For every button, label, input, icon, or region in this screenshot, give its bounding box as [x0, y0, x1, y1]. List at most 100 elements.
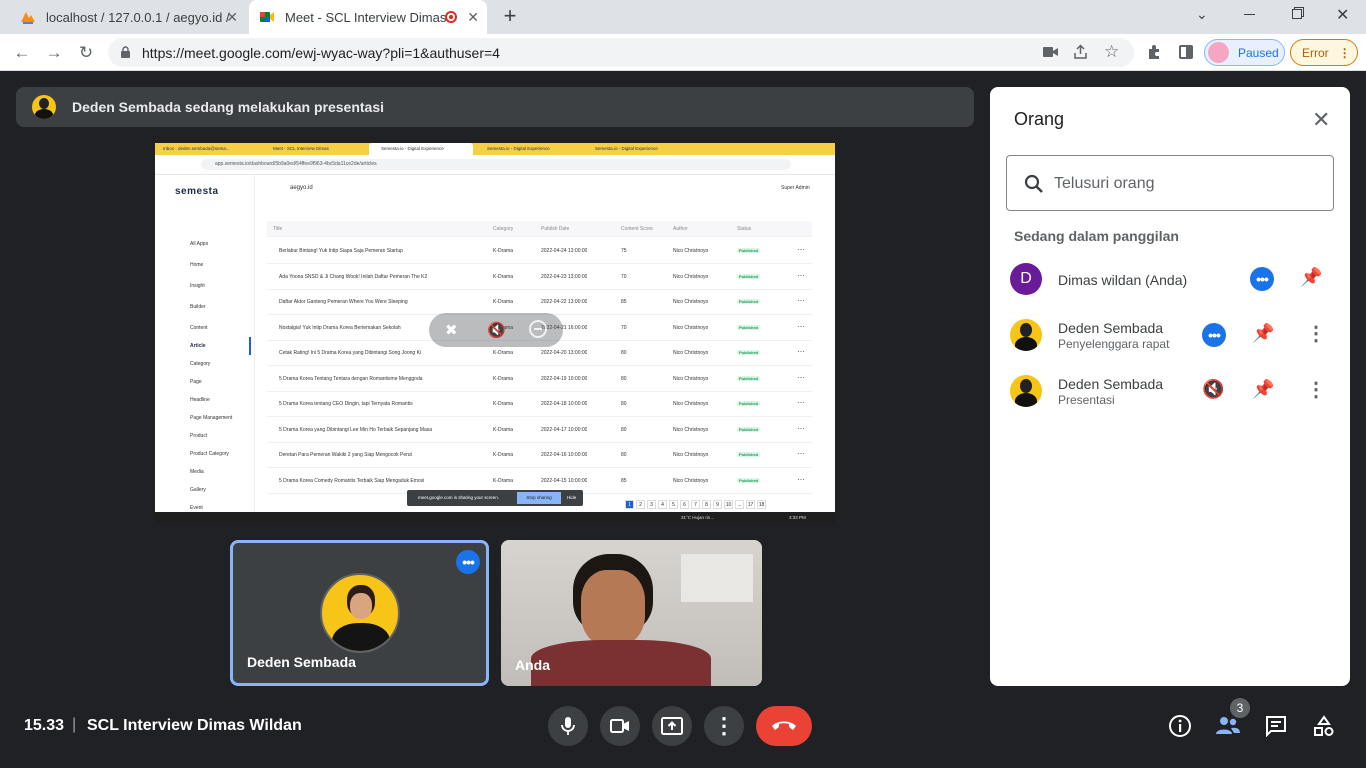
shared-tab: Semesta.io - Digital Experience: [487, 146, 550, 151]
shared-table-row: 5 Drama Korea yang Dibintangi Lee Min Ho…: [267, 418, 812, 443]
side-panel-icon[interactable]: [1179, 45, 1193, 59]
table-cell: 5 Drama Korea Tentang Tentara dengan Rom…: [279, 375, 423, 382]
minimize-icon[interactable]: [1244, 14, 1255, 15]
browser-tab-phpmyadmin[interactable]: localhost / 127.0.0.1 / aegyo.id / ✕: [16, 0, 246, 34]
table-cell: Daftar Aktor Ganteng Pemeran Where You W…: [279, 299, 408, 305]
status-badge: Published: [737, 452, 761, 457]
search-people-input[interactable]: Telusuri orang: [1006, 155, 1334, 211]
pin-icon[interactable]: 📌: [1252, 323, 1274, 344]
participant-tile-deden[interactable]: ••• Deden Sembada: [230, 540, 489, 686]
shared-nav-item: Content: [190, 325, 208, 331]
end-call-icon: [772, 721, 796, 730]
table-cell: Published: [737, 248, 761, 254]
close-window-icon[interactable]: ✕: [1336, 5, 1349, 25]
page-number: 3: [647, 500, 656, 509]
participant-row[interactable]: Deden Sembada Presentasi 🔇 📌 ⋮: [990, 367, 1350, 423]
table-cell: K-Drama: [493, 375, 514, 382]
table-cell: Published: [737, 452, 761, 458]
self-face: [581, 570, 645, 646]
table-cell: Nico Christnoyo: [673, 299, 709, 305]
participant-row[interactable]: Deden Sembada Penyelenggara rapat ••• 📌 …: [990, 311, 1350, 367]
shared-nav-item: Page: [190, 379, 202, 385]
more-options-icon[interactable]: •••: [1202, 323, 1226, 347]
table-cell: Published: [737, 426, 761, 433]
participant-role: Penyelenggara rapat: [1058, 337, 1170, 351]
status-badge: Published: [737, 248, 761, 253]
close-tab-icon[interactable]: ✕: [226, 9, 238, 26]
reload-icon[interactable]: ↻: [71, 34, 101, 71]
camera-button[interactable]: [600, 706, 640, 746]
status-badge: Published: [737, 299, 761, 304]
more-vertical-icon[interactable]: ⋮: [1306, 321, 1326, 346]
participant-name: Deden Sembada: [1058, 320, 1164, 336]
microphone-button[interactable]: [548, 706, 588, 746]
address-bar[interactable]: https://meet.google.com/ewj-wyac-way?pli…: [108, 38, 1134, 67]
unpin-icon[interactable]: 📌: [1252, 379, 1274, 400]
semesta-logo: semesta: [175, 186, 219, 197]
table-cell: 80: [621, 401, 627, 407]
shared-site-name: aegyo.id: [290, 185, 313, 191]
row-menu-icon: ···: [797, 270, 805, 280]
browser-tab-meet[interactable]: Meet - SCL Interview Dimas ✕: [249, 0, 487, 34]
paused-indicator-overlay: ✖ 🔇: [429, 313, 563, 347]
shared-table-header: Title Category Publish Date Content Scor…: [267, 221, 812, 237]
extensions-icon[interactable]: [1146, 44, 1162, 60]
shared-table-row: 5 Drama Korea Tentang Tentara dengan Rom…: [267, 367, 812, 392]
participant-row[interactable]: D Dimas wildan (Anda) ••• 📌: [990, 255, 1350, 311]
shared-sidebar: semesta All Apps Home Insight Builder Co…: [155, 175, 255, 515]
tile-name: Anda: [515, 657, 550, 673]
camera-in-use-icon[interactable]: [1043, 46, 1059, 58]
bookmark-star-icon[interactable]: ☆: [1104, 42, 1119, 62]
table-cell: 5 Drama Korea yang Dibintangi Lee Min Ho…: [279, 426, 433, 433]
close-tab-icon[interactable]: ✕: [467, 9, 479, 26]
pin-icon[interactable]: 📌: [1300, 267, 1322, 288]
back-icon[interactable]: ←: [7, 34, 37, 71]
chat-button[interactable]: [1262, 712, 1290, 740]
leave-call-button[interactable]: [756, 706, 812, 746]
participant-name: Dimas wildan (Anda): [1058, 272, 1188, 288]
more-options-button[interactable]: ⋮: [704, 706, 744, 746]
participant-tile-self[interactable]: Anda: [501, 540, 762, 686]
shared-nav-item: Home: [190, 262, 204, 268]
meeting-time: 15.33: [24, 717, 65, 734]
table-cell: 75: [621, 248, 627, 254]
table-cell: Published: [737, 299, 761, 305]
page-number: 6: [680, 500, 689, 509]
google-meet-icon: [260, 12, 274, 22]
page-number: 5: [669, 500, 678, 509]
more-options-icon[interactable]: •••: [1250, 267, 1274, 291]
close-icon[interactable]: ✕: [1312, 107, 1330, 133]
table-cell: 2022-04-18 10:00:00: [541, 401, 588, 407]
row-menu-icon: ···: [797, 245, 805, 254]
more-options-icon[interactable]: •••: [456, 550, 480, 574]
share-icon[interactable]: [1073, 44, 1089, 60]
table-cell: 2022-04-17 10:00:00: [541, 426, 588, 433]
restore-icon[interactable]: [1292, 9, 1302, 19]
status-badge: Published: [737, 273, 761, 279]
search-placeholder: Telusuri orang: [1054, 175, 1155, 192]
new-tab-icon[interactable]: +: [498, 4, 522, 28]
activities-button[interactable]: [1310, 712, 1338, 740]
row-menu-icon: ···: [797, 423, 805, 433]
more-vertical-icon[interactable]: ⋮: [1306, 377, 1326, 402]
table-cell: 85: [621, 477, 627, 484]
update-error-button[interactable]: Error ⋮: [1290, 39, 1358, 66]
present-screen-button[interactable]: [652, 706, 692, 746]
camera-icon: [610, 719, 629, 733]
row-menu-icon: ···: [797, 347, 805, 356]
forward-icon[interactable]: →: [39, 34, 69, 71]
shared-nav-item: Gallery: [190, 487, 206, 493]
shared-nav-item: Insight: [190, 283, 205, 289]
table-cell: K-Drama: [493, 299, 514, 305]
profile-paused-button[interactable]: Paused: [1204, 39, 1285, 66]
column-header: Author: [673, 226, 688, 232]
error-label: Error: [1302, 45, 1329, 60]
meeting-details-button[interactable]: [1166, 712, 1194, 740]
avatar: [1010, 375, 1042, 407]
table-cell: K-Drama: [493, 248, 514, 254]
more-vertical-icon: ⋮: [713, 713, 735, 738]
shared-user-name: Super Admin: [781, 185, 810, 191]
tab-search-chevron-icon[interactable]: ⌄: [1196, 6, 1208, 23]
status-badge: Published: [737, 375, 761, 381]
shared-nav-item: All Apps: [190, 241, 209, 247]
